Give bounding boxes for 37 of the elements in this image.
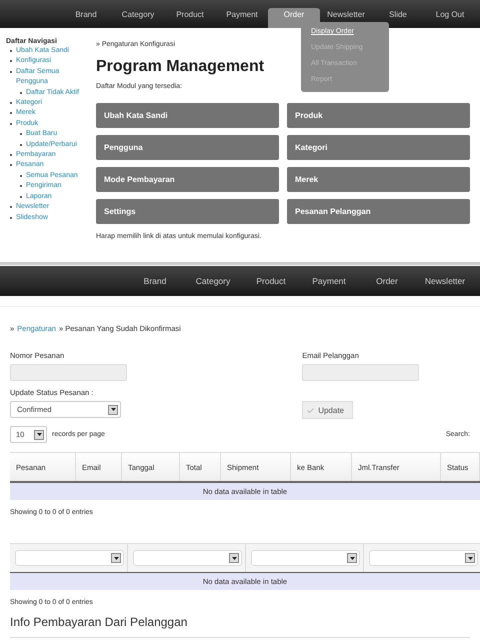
nav-item[interactable]: Category xyxy=(184,276,242,286)
nav-item[interactable]: Log Out xyxy=(424,4,476,24)
nav-item[interactable]: Newsletter xyxy=(320,4,372,24)
nav-item[interactable]: Brand xyxy=(60,4,112,24)
input-field[interactable] xyxy=(302,364,420,381)
update-button[interactable]: Update xyxy=(302,401,353,419)
dropdown-icon xyxy=(108,404,118,414)
filter-select[interactable] xyxy=(251,550,360,566)
nav-item[interactable]: Category xyxy=(112,4,164,24)
module-button[interactable]: Ubah Kata Sandi xyxy=(96,103,279,128)
nav-item[interactable]: Product xyxy=(242,276,300,286)
dropdown-icon xyxy=(465,553,475,563)
nav-item[interactable]: Brand xyxy=(126,276,184,286)
module-button[interactable]: Produk xyxy=(287,103,470,128)
nav-item[interactable]: Payment xyxy=(216,4,268,24)
dropdown-icon xyxy=(34,430,44,440)
module-button[interactable]: Settings xyxy=(96,199,279,224)
module-button[interactable]: Pesanan Pelanggan xyxy=(287,199,470,224)
nav-item[interactable]: Product xyxy=(164,4,216,24)
section-heading: Info Pembayaran Dari Pelanggan xyxy=(10,615,470,638)
module-button[interactable]: Kategori xyxy=(287,135,470,160)
input-field[interactable] xyxy=(10,364,127,381)
dropdown-icon xyxy=(229,553,239,563)
nav-item[interactable]: Payment xyxy=(300,276,358,286)
filter-select[interactable] xyxy=(133,550,242,566)
page-title: Program Management xyxy=(96,58,264,76)
dropdown-icon xyxy=(111,553,121,563)
module-button[interactable]: Mode Pembayaran xyxy=(96,167,279,192)
check-icon xyxy=(307,408,314,412)
nav-item[interactable]: Slide xyxy=(372,4,424,24)
filter-select[interactable] xyxy=(15,550,124,566)
dropdown-icon xyxy=(347,553,357,563)
nav-item[interactable]: Order xyxy=(358,276,416,286)
nav-item[interactable]: Newsletter xyxy=(416,276,474,286)
module-button[interactable]: Pengguna xyxy=(96,135,279,160)
filter-select[interactable] xyxy=(369,550,478,566)
module-button[interactable]: Merek xyxy=(287,167,470,192)
